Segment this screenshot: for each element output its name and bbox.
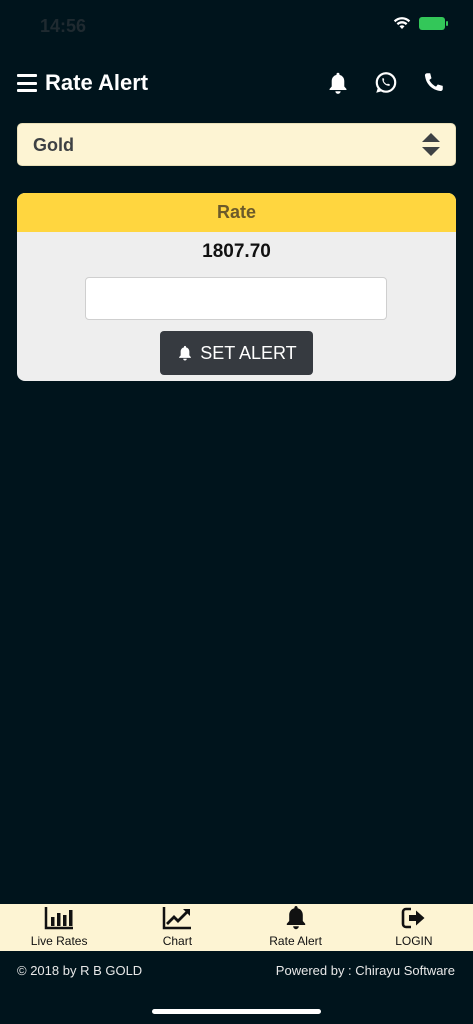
bell-icon bbox=[179, 345, 192, 361]
rate-card-header: Rate bbox=[17, 193, 456, 232]
bottom-nav: Live Rates Chart Rate Alert LOGIN bbox=[0, 904, 473, 951]
nav-item-rate-alert[interactable]: Rate Alert bbox=[237, 904, 355, 951]
home-indicator bbox=[152, 1009, 321, 1014]
line-chart-icon bbox=[163, 907, 192, 930]
set-alert-button[interactable]: SET ALERT bbox=[160, 331, 313, 375]
metal-select-value: Gold bbox=[33, 135, 74, 155]
alert-rate-input[interactable] bbox=[85, 277, 387, 320]
phone-icon[interactable] bbox=[420, 70, 446, 96]
powered-by-text[interactable]: Powered by : Chirayu Software bbox=[276, 963, 455, 978]
rate-card: Rate 1807.70 SET ALERT bbox=[17, 193, 456, 381]
wifi-icon bbox=[393, 17, 411, 29]
sign-in-icon bbox=[401, 907, 425, 929]
status-time: 14:56 bbox=[40, 16, 87, 36]
nav-label: Chart bbox=[162, 934, 193, 948]
menu-icon[interactable] bbox=[17, 74, 37, 92]
bar-chart-icon bbox=[44, 907, 74, 930]
metal-select[interactable]: Gold bbox=[17, 123, 456, 166]
page-title: Rate Alert bbox=[45, 70, 149, 95]
sort-arrows-icon bbox=[422, 133, 440, 156]
app-header: Rate Alert bbox=[0, 62, 473, 106]
nav-label: LOGIN bbox=[395, 934, 433, 948]
status-icons bbox=[393, 16, 448, 30]
set-alert-label: SET ALERT bbox=[200, 342, 297, 363]
whatsapp-icon[interactable] bbox=[373, 70, 399, 96]
battery-icon bbox=[419, 16, 448, 30]
bell-icon[interactable] bbox=[325, 70, 351, 96]
footer: © 2018 by R B GOLD Powered by : Chirayu … bbox=[0, 951, 473, 1024]
nav-item-live-rates[interactable]: Live Rates bbox=[0, 904, 118, 951]
nav-label: Live Rates bbox=[30, 934, 88, 948]
nav-item-login[interactable]: LOGIN bbox=[355, 904, 473, 951]
status-bar: 14:56 bbox=[0, 0, 473, 50]
current-rate-value: 1807.70 bbox=[202, 241, 271, 262]
copyright-text: © 2018 by R B GOLD bbox=[17, 963, 143, 978]
nav-label: Rate Alert bbox=[269, 934, 322, 948]
nav-item-chart[interactable]: Chart bbox=[118, 904, 236, 951]
bell-icon bbox=[286, 906, 305, 930]
